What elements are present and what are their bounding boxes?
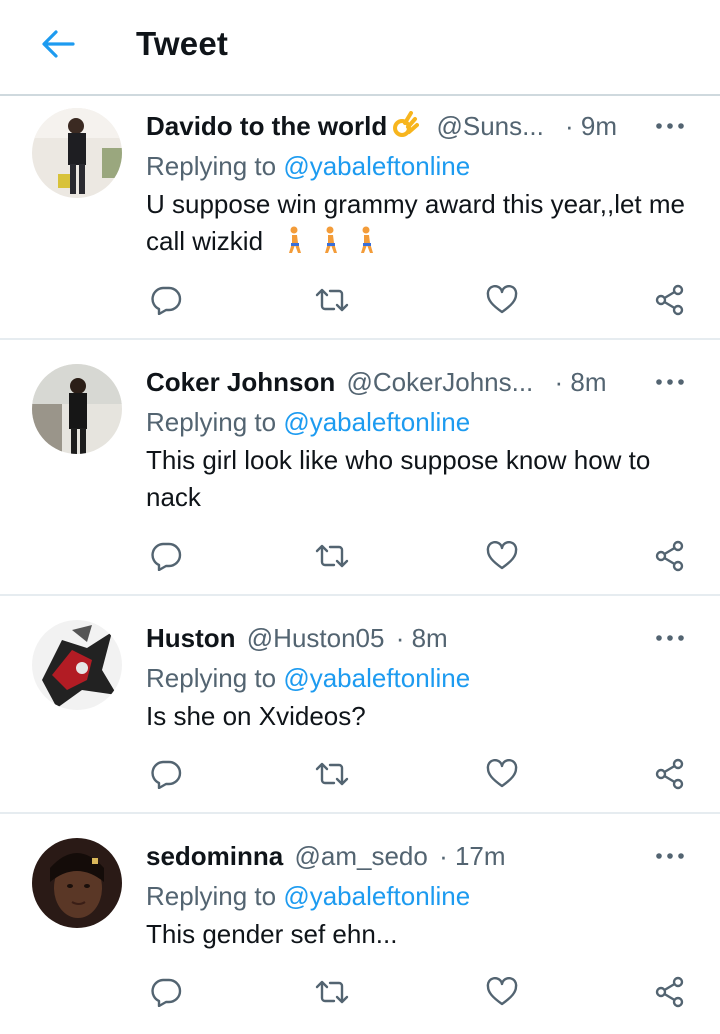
more-options-icon	[656, 635, 684, 641]
like-icon	[486, 977, 518, 1006]
avatar[interactable]	[32, 620, 122, 710]
more-options-button[interactable]	[654, 624, 686, 652]
retweet-icon	[315, 544, 349, 568]
tweet-text: This gender sef ehn...	[146, 919, 398, 949]
more-options-icon	[656, 123, 684, 129]
author-handle[interactable]: @Huston05	[247, 623, 385, 653]
mention-link[interactable]: @yabaleftonline	[283, 407, 470, 437]
retweet-icon	[315, 762, 349, 786]
retweet-button[interactable]	[312, 754, 352, 794]
reply-button[interactable]	[146, 972, 186, 1012]
tweet-time: · 9m	[565, 111, 618, 141]
page-title: Tweet	[136, 25, 229, 62]
author-handle[interactable]: @CokerJohns...	[346, 367, 533, 397]
reply-icon	[151, 286, 182, 315]
more-options-button[interactable]	[654, 842, 686, 870]
like-button[interactable]	[482, 972, 522, 1012]
reply-button[interactable]	[146, 280, 186, 320]
author-name[interactable]: Davido to the world	[146, 111, 387, 141]
retweet-button[interactable]	[312, 280, 352, 320]
more-options-button[interactable]	[654, 368, 686, 396]
tweet-text: Is she on Xvideos?	[146, 701, 366, 731]
tweet-text: U suppose win grammy award this year,,le…	[146, 186, 694, 264]
avatar[interactable]	[32, 838, 122, 928]
like-icon	[486, 759, 518, 788]
like-icon	[486, 285, 518, 314]
retweet-icon	[315, 288, 349, 312]
avatar[interactable]	[32, 108, 122, 198]
tweet-actions	[146, 536, 694, 576]
tweet-actions	[146, 754, 694, 794]
share-icon	[655, 758, 684, 790]
replying-to: Replying to @yabaleftonline	[146, 407, 471, 437]
back-button[interactable]	[34, 22, 82, 66]
like-icon	[486, 541, 518, 570]
reply-icon	[151, 978, 182, 1007]
back-arrow-icon	[42, 30, 75, 58]
retweet-button[interactable]	[312, 536, 352, 576]
reply-icon	[151, 542, 182, 571]
reply-tweet[interactable]: Davido to the world @Suns... · 9m Replyi…	[0, 96, 720, 340]
replying-to: Replying to @yabaleftonline	[146, 881, 471, 911]
like-button[interactable]	[482, 754, 522, 794]
share-button[interactable]	[650, 754, 690, 794]
replying-to: Replying to @yabaleftonline	[146, 151, 471, 181]
tweet-text: This girl look like who suppose know how…	[146, 445, 651, 512]
share-button[interactable]	[650, 972, 690, 1012]
reply-icon	[151, 760, 182, 789]
author-handle[interactable]: @am_sedo	[294, 841, 427, 871]
share-icon	[655, 540, 684, 572]
mention-link[interactable]: @yabaleftonline	[283, 663, 470, 693]
author-name[interactable]: sedominna	[146, 841, 283, 871]
like-button[interactable]	[482, 536, 522, 576]
share-button[interactable]	[650, 280, 690, 320]
retweet-button[interactable]	[312, 972, 352, 1012]
reply-tweet[interactable]: Coker Johnson @CokerJohns... · 8m Replyi…	[0, 340, 720, 596]
tweet-actions	[146, 280, 694, 320]
share-icon	[655, 976, 684, 1008]
author-name[interactable]: Huston	[146, 623, 236, 653]
tweet-time: · 17m	[439, 841, 506, 871]
reply-button[interactable]	[146, 536, 186, 576]
more-options-icon	[656, 853, 684, 859]
reply-tweet[interactable]: Huston @Huston05 · 8m Replying to @yabal…	[0, 596, 720, 814]
avatar[interactable]	[32, 364, 122, 454]
author-handle[interactable]: @Suns...	[436, 111, 543, 141]
share-button[interactable]	[650, 536, 690, 576]
share-icon	[655, 284, 684, 316]
like-button[interactable]	[482, 280, 522, 320]
more-options-icon	[656, 379, 684, 385]
walking-person-icon	[284, 226, 376, 264]
replying-to: Replying to @yabaleftonline	[146, 663, 471, 693]
mention-link[interactable]: @yabaleftonline	[283, 881, 470, 911]
tweet-time: · 8m	[554, 367, 607, 397]
mention-link[interactable]: @yabaleftonline	[283, 151, 470, 181]
retweet-icon	[315, 980, 349, 1004]
author-name[interactable]: Coker Johnson	[146, 367, 335, 397]
reply-tweet[interactable]: sedominna @am_sedo · 17m Replying to @ya…	[0, 814, 720, 1034]
top-bar: Tweet	[0, 0, 720, 96]
tweet-time: · 8m	[395, 623, 448, 653]
tweet-actions	[146, 972, 694, 1012]
ok-hand-icon	[393, 111, 420, 148]
reply-button[interactable]	[146, 754, 186, 794]
more-options-button[interactable]	[654, 112, 686, 140]
